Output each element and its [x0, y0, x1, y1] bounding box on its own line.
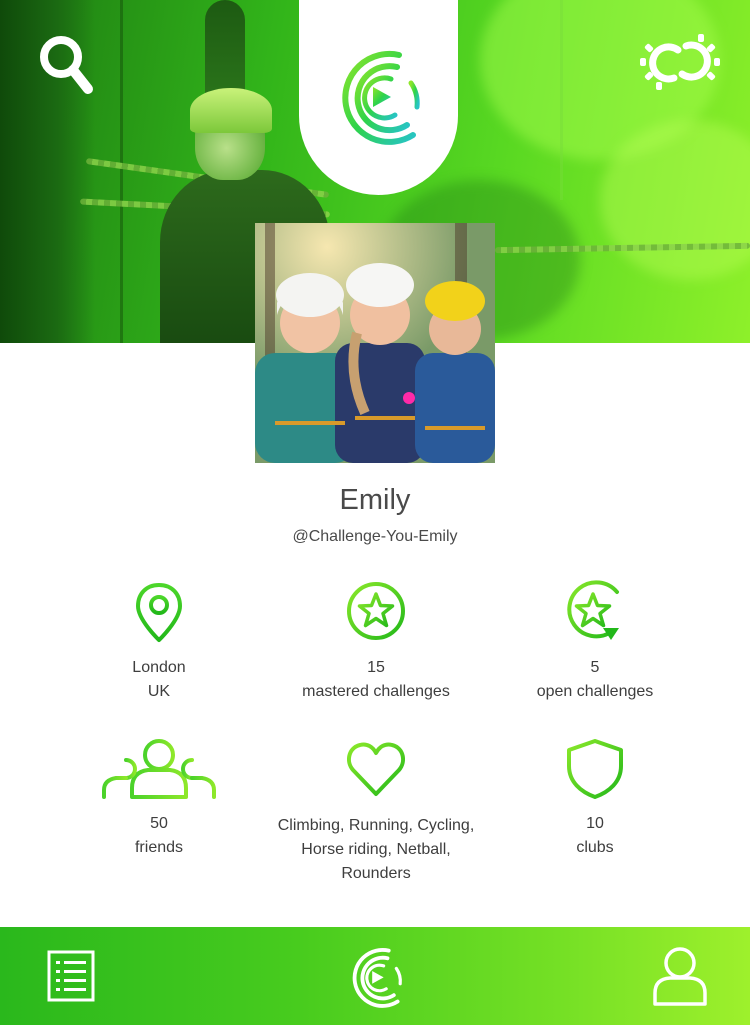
link-button[interactable]	[638, 30, 722, 94]
logo-tab[interactable]	[299, 0, 458, 195]
stat-location-city: London	[132, 659, 186, 676]
stat-clubs: 10 clubs	[485, 738, 705, 860]
hero-branch	[120, 0, 123, 343]
stat-mastered-label: mastered challenges	[302, 683, 450, 700]
heart-icon	[347, 742, 405, 796]
stat-interests-line3: Rounders	[341, 865, 411, 882]
stat-interests-line2: Horse riding, Netball,	[301, 841, 451, 858]
nav-list-button[interactable]	[46, 949, 96, 1003]
list-icon	[47, 950, 95, 1002]
location-pin-icon	[136, 583, 182, 642]
hero-branch	[560, 0, 563, 200]
stat-friends: 50 friends	[49, 738, 269, 860]
profile-handle: @Challenge-You-Emily	[292, 528, 458, 545]
stat-location: London UK	[49, 582, 269, 704]
challenge-you-logo-icon	[341, 50, 420, 145]
stat-location-country: UK	[147, 683, 171, 700]
stat-open-count: 5	[590, 659, 600, 676]
star-badge-icon	[347, 582, 405, 640]
nav-home-button[interactable]	[343, 943, 409, 1013]
challenge-you-logo-icon	[352, 948, 402, 1008]
hero-child-helmet	[190, 88, 272, 133]
bottom-nav	[0, 927, 750, 1025]
stat-open: 5 open challenges	[485, 578, 705, 704]
profile-photo-illustration	[255, 223, 495, 463]
stat-friends-label: friends	[134, 839, 184, 856]
stat-mastered-count: 15	[367, 659, 385, 676]
star-refresh-icon	[567, 580, 619, 640]
profile-photo	[255, 223, 495, 463]
friends-group-icon	[102, 739, 216, 799]
nav-profile-button[interactable]	[652, 945, 708, 1007]
stat-clubs-label: clubs	[576, 839, 614, 856]
search-button[interactable]	[36, 32, 98, 98]
stat-mastered: 15 mastered challenges	[266, 580, 486, 704]
stat-clubs-count: 10	[586, 815, 604, 832]
search-icon	[40, 36, 93, 94]
user-icon	[653, 947, 707, 1006]
stat-open-label: open challenges	[536, 683, 654, 700]
stat-interests-line1: Climbing, Running, Cycling,	[277, 817, 475, 834]
stat-friends-count: 50	[150, 815, 168, 832]
shield-icon	[567, 739, 623, 799]
stat-interests: Climbing, Running, Cycling, Horse riding…	[266, 740, 486, 886]
link-icon	[640, 34, 720, 90]
profile-name: Emily	[339, 484, 411, 516]
